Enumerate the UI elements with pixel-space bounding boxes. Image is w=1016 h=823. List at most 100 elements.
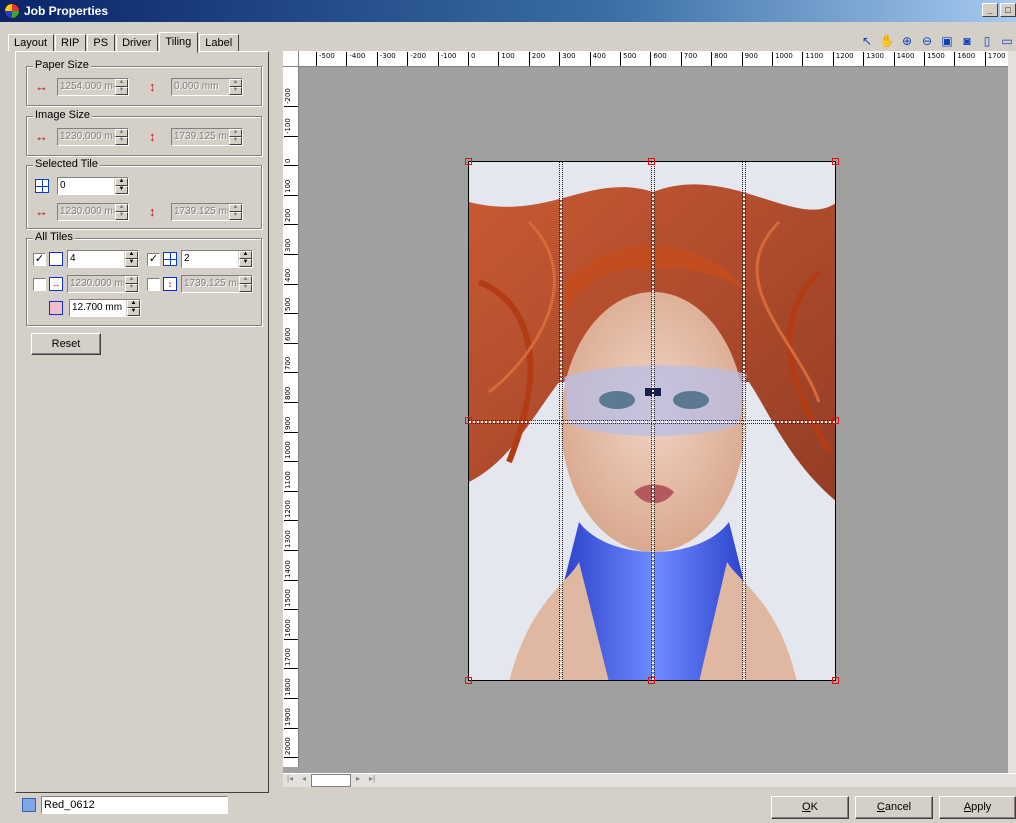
vertical-ruler: -200 -100 0 100 200 300 400 500 600 700 800 900 1000… <box>283 67 299 767</box>
tile-height-icon: ↕ <box>149 204 156 219</box>
width-arrow-icon: ↔ <box>35 79 48 94</box>
tab-label[interactable]: Label <box>199 34 240 52</box>
resize-handle-tm[interactable] <box>648 158 655 165</box>
ruler-v-tick: 800 <box>284 381 298 403</box>
ruler-h-tick: 1300 <box>863 52 884 66</box>
rows-spinner[interactable]: 2 ▲ ▼ <box>181 250 253 268</box>
resize-handle-bl[interactable] <box>465 677 472 684</box>
ruler-h-tick: 1200 <box>832 52 854 66</box>
ruler-v-tick: 1300 <box>284 529 298 551</box>
ruler-h-tick: 1100 <box>802 52 823 66</box>
ruler-v-tick: 1700 <box>284 647 298 670</box>
tab-tiling[interactable]: Tiling <box>159 32 199 53</box>
scroll-last-icon[interactable]: ▸| <box>365 774 379 787</box>
ruler-h-tick: -200 <box>407 52 426 66</box>
ruler-h-tick: 0 <box>468 52 475 66</box>
height-arrow-icon: ↕ <box>149 79 156 94</box>
image-width-icon: ↔ <box>35 129 48 144</box>
overlap-spinner[interactable]: 12.700 mm ▲ ▼ <box>69 299 141 317</box>
paper-size-group: Paper Size ↔ 1254.000 mm ▲▼ ↕ 0.000 mm ▲… <box>26 59 262 106</box>
ok-button[interactable]: OK <box>771 796 849 819</box>
scroll-thumb[interactable] <box>311 774 351 787</box>
tile-width-icon: ↔ <box>35 204 48 219</box>
ruler-h-tick: 900 <box>741 52 758 66</box>
rows-checkbox[interactable]: ✓ <box>147 252 160 266</box>
resize-handle-bm[interactable] <box>648 677 655 684</box>
ruler-v-tick: 1600 <box>284 617 298 640</box>
hand-icon[interactable]: ✋ <box>878 33 896 50</box>
horizontal-ruler: -500 -400 -300 -200 -100 0 100 200 300 400 500 600 7… <box>283 51 1008 67</box>
tab-rip[interactable]: RIP <box>55 34 87 52</box>
rows-icon <box>163 252 177 266</box>
vertical-scrollbar[interactable] <box>1008 51 1016 773</box>
selected-tile-spinner[interactable]: 0 ▲ ▼ <box>57 177 129 195</box>
scroll-first-icon[interactable]: |◂ <box>283 774 297 787</box>
horizontal-scrollbar[interactable]: |◂ ◂ ▸ ▸| <box>283 773 1016 787</box>
columns-icon <box>49 252 63 266</box>
ruler-h-tick: 300 <box>559 52 576 66</box>
ruler-h-tick: 100 <box>498 52 515 66</box>
paper-size-title: Paper Size <box>33 59 91 71</box>
zoom-in-icon[interactable]: ⊕ <box>898 33 916 50</box>
ruler-h-tick: -100 <box>437 52 456 66</box>
window-title: Job Properties <box>24 4 109 18</box>
ruler-v-tick: 1000 <box>284 440 298 463</box>
ruler-h-tick: -300 <box>376 52 396 66</box>
tile-height-spinner[interactable]: 1739.125 mm ▲▼ <box>171 203 243 221</box>
selected-tile-title: Selected Tile <box>33 158 100 170</box>
ruler-h-tick: -400 <box>346 52 365 66</box>
zoom-out-icon[interactable]: ⊖ <box>918 33 936 50</box>
pointer-icon[interactable]: ↖ <box>858 33 876 50</box>
columns-spinner[interactable]: 4 ▲ ▼ <box>67 250 139 268</box>
reset-button[interactable]: Reset <box>31 333 101 355</box>
paper-height-spinner[interactable]: 0.000 mm ▲ ▼ <box>171 78 243 96</box>
apply-button[interactable]: Apply <box>939 796 1016 819</box>
paper-width-spinner[interactable]: 1254.000 mm ▲▼ <box>57 78 129 96</box>
ruler-v-tick: 1800 <box>284 677 298 699</box>
resize-handle-mr[interactable] <box>832 417 839 424</box>
title-bar: Job Properties _ □ <box>0 0 1016 22</box>
ruler-h-tick: 800 <box>711 52 728 66</box>
tab-layout[interactable]: Layout <box>8 34 55 52</box>
all-tile-height-spinner[interactable]: 1739.125 mm ▲▼ <box>181 275 253 293</box>
preview-image[interactable] <box>468 161 836 681</box>
columns-checkbox[interactable]: ✓ <box>33 252 46 266</box>
maximize-button[interactable]: □ <box>1000 3 1016 17</box>
ruler-v-tick: 1100 <box>284 469 298 492</box>
resize-handle-br[interactable] <box>832 677 839 684</box>
tab-ps[interactable]: PS <box>87 34 116 52</box>
overlap-icon <box>49 301 63 315</box>
tile-height-box-icon: ↕ <box>163 277 177 291</box>
page-portrait-icon[interactable]: ▯ <box>978 33 996 50</box>
ruler-v-tick: 400 <box>284 262 298 285</box>
resize-handle-tr[interactable] <box>832 158 839 165</box>
resize-handle-tl[interactable] <box>465 158 472 165</box>
tile-width-checkbox[interactable] <box>33 277 46 291</box>
tile-height-checkbox[interactable] <box>147 277 160 291</box>
scroll-prev-icon[interactable]: ◂ <box>297 774 311 787</box>
view-toolbar: ↖ ✋ ⊕ ⊖ ▣ ◙ ▯ ▭ <box>858 33 1016 50</box>
ruler-v-tick: -200 <box>284 85 298 107</box>
ruler-h-tick: 1000 <box>772 52 793 66</box>
image-height-spinner[interactable]: 1739.125 mm ▲▼ <box>171 128 243 146</box>
all-tiles-title: All Tiles <box>33 231 75 243</box>
resize-handle-ml[interactable] <box>465 417 472 424</box>
app-icon <box>4 3 20 19</box>
ruler-h-tick: -500 <box>316 52 335 66</box>
ruler-v-tick: 1200 <box>284 499 298 522</box>
ruler-h-tick: 1400 <box>893 52 914 66</box>
fit-window-icon[interactable]: ◙ <box>958 33 976 50</box>
image-width-spinner[interactable]: 1230.000 mm ▲▼ <box>57 128 129 146</box>
tile-width-spinner[interactable]: 1230.000 mm ▲▼ <box>57 203 129 221</box>
ruler-v-tick: 2000 <box>284 736 298 759</box>
cancel-button[interactable]: Cancel <box>855 796 933 819</box>
all-tile-width-spinner[interactable]: 1230.000 mm ▲▼ <box>67 275 139 293</box>
job-name-field[interactable]: Red_0612 <box>41 796 228 814</box>
tab-driver[interactable]: Driver <box>116 34 159 52</box>
scroll-next-icon[interactable]: ▸ <box>351 774 365 787</box>
document-icon <box>22 798 36 812</box>
all-tiles-group: All Tiles ✓ 4 ▲▼ ✓ 2 ▲▼ ↔ 1230.000 mm ▲▼ <box>26 231 262 326</box>
fit-page-icon[interactable]: ▣ <box>938 33 956 50</box>
page-landscape-icon[interactable]: ▭ <box>998 33 1016 50</box>
minimize-button[interactable]: _ <box>982 3 998 17</box>
